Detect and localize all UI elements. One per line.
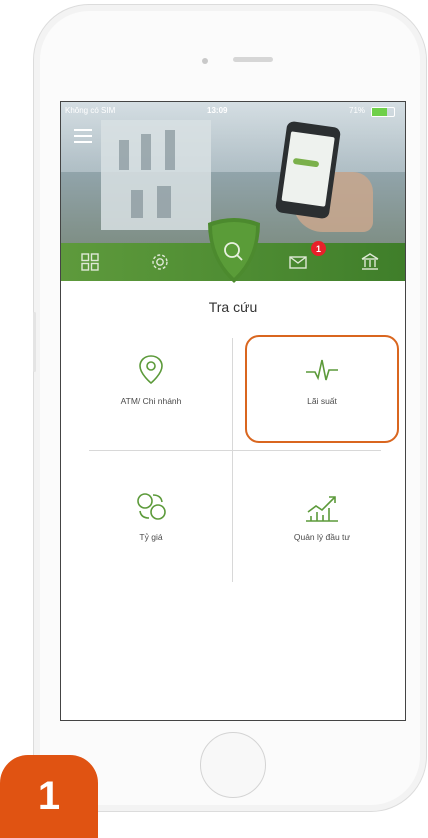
chart-growth-icon xyxy=(306,496,338,522)
battery-label: 71% xyxy=(349,106,366,115)
settings-icon xyxy=(152,254,168,270)
page-title: Tra cứu xyxy=(208,299,258,315)
banner-window xyxy=(131,190,143,218)
step-number-badge: 1 xyxy=(0,755,98,838)
menu-icon[interactable] xyxy=(74,129,92,147)
banner-window xyxy=(157,186,171,218)
menu-item-atm[interactable]: ATM/ Chi nhánh xyxy=(76,350,226,406)
banner-window xyxy=(165,130,175,170)
banner-window xyxy=(141,134,151,170)
banner-window xyxy=(119,140,129,170)
tab-bank[interactable] xyxy=(359,251,381,273)
grid-icon xyxy=(81,253,99,271)
menu-item-exchange-rate[interactable]: Tỷ giá xyxy=(76,486,226,542)
menu-label: ATM/ Chi nhánh xyxy=(120,396,182,406)
mail-icon xyxy=(289,256,307,269)
side-button xyxy=(33,312,36,372)
tab-settings[interactable] xyxy=(149,251,171,273)
tab-mail[interactable] xyxy=(287,251,309,273)
carrier-label: Không có SIM xyxy=(65,106,116,115)
grid-divider-vertical xyxy=(232,338,233,582)
mail-badge: 1 xyxy=(311,241,326,256)
front-camera xyxy=(202,58,208,64)
tab-search-active[interactable] xyxy=(204,217,264,285)
tab-grid[interactable] xyxy=(79,251,101,273)
home-button[interactable] xyxy=(200,732,266,798)
menu-label: Tỷ giá xyxy=(139,532,163,542)
grid-divider-horizontal xyxy=(89,450,381,451)
earpiece xyxy=(233,57,273,62)
battery-icon xyxy=(371,107,395,117)
map-pin-icon xyxy=(139,355,163,385)
exchange-icon xyxy=(137,493,166,520)
menu-item-investment[interactable]: Quản lý đầu tư xyxy=(247,486,397,542)
clock: 13:09 xyxy=(207,106,228,115)
banner-building xyxy=(101,120,211,230)
bank-icon xyxy=(361,253,379,270)
highlight-box xyxy=(245,335,399,443)
menu-label: Quản lý đầu tư xyxy=(293,532,351,542)
